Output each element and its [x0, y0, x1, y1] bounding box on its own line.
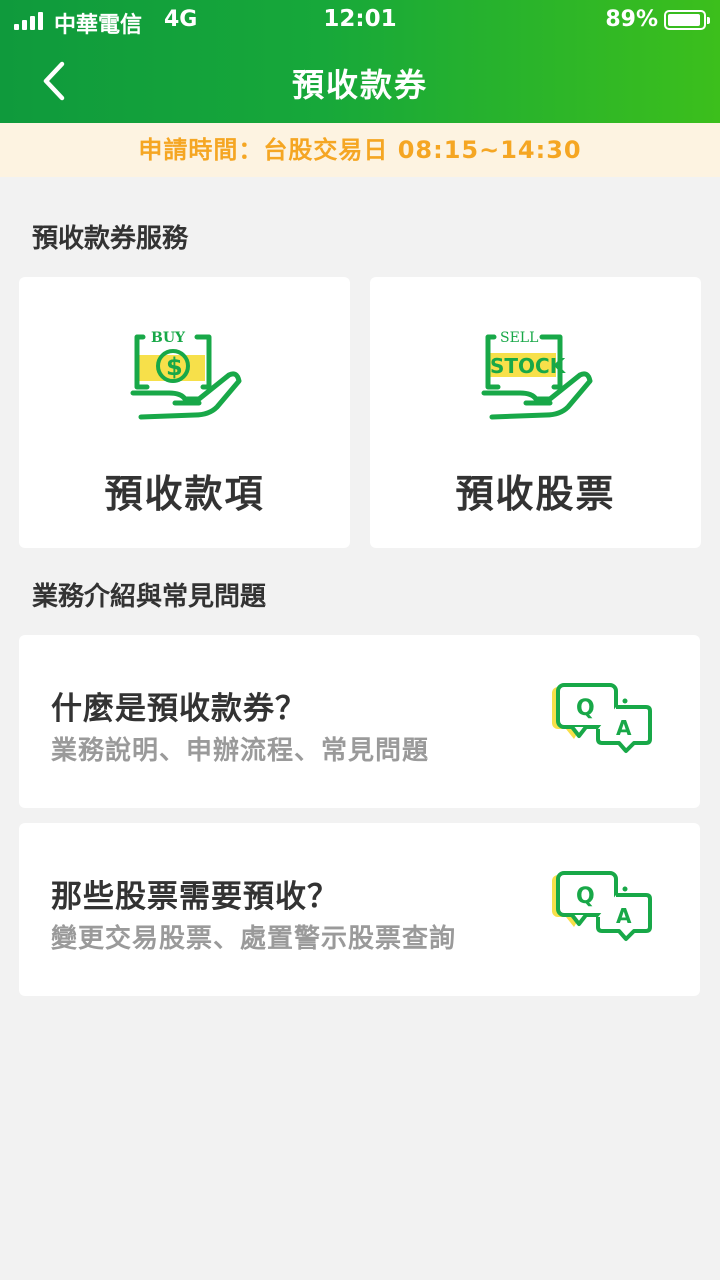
service-card-prepaid-funds[interactable]: BUY $ 預收款項	[19, 277, 350, 548]
faq-subtitle: 業務說明、申辦流程、常見問題	[51, 736, 430, 766]
stock-label: STOCK	[490, 354, 567, 378]
qa-chat-icon: Q A	[552, 683, 652, 753]
header-bar: 中華電信 4G 12:01 89% 預收款券	[0, 0, 720, 123]
sell-label: SELL	[500, 330, 538, 346]
svg-text:Q: Q	[576, 884, 595, 909]
svg-text:A: A	[616, 716, 632, 740]
battery-percent: 89%	[605, 7, 658, 32]
dollar-sign: $	[166, 353, 183, 381]
section-title-faq: 業務介紹與常見問題	[32, 582, 267, 612]
qa-chat-icon: Q A	[552, 871, 652, 941]
sell-stock-hand-icon: SELL STOCK	[481, 330, 593, 420]
faq-card-which-stocks[interactable]: 那些股票需要預收？ 變更交易股票、處置警示股票查詢 Q A	[19, 823, 700, 996]
faq-title: 那些股票需要預收？	[51, 879, 339, 915]
svg-text:Q: Q	[576, 696, 595, 721]
application-time-notice: 申請時間：台股交易日 08:15~14:30	[0, 123, 720, 177]
buy-label: BUY	[151, 330, 186, 346]
section-title-services: 預收款券服務	[32, 224, 189, 254]
faq-title: 什麼是預收款券？	[51, 691, 307, 727]
service-card-prepaid-stock[interactable]: SELL STOCK 預收股票	[370, 277, 701, 548]
faq-subtitle: 變更交易股票、處置警示股票查詢	[51, 924, 457, 954]
status-bar: 中華電信 4G 12:01 89%	[0, 0, 720, 40]
page-title: 預收款券	[291, 66, 428, 104]
svg-text:A: A	[616, 904, 632, 928]
buy-money-hand-icon: BUY $	[130, 330, 242, 420]
faq-card-what-is[interactable]: 什麼是預收款券？ 業務說明、申辦流程、常見問題 Q A	[19, 635, 700, 808]
battery-icon	[664, 10, 710, 30]
service-label: 預收股票	[455, 472, 616, 516]
service-label: 預收款項	[104, 472, 265, 516]
